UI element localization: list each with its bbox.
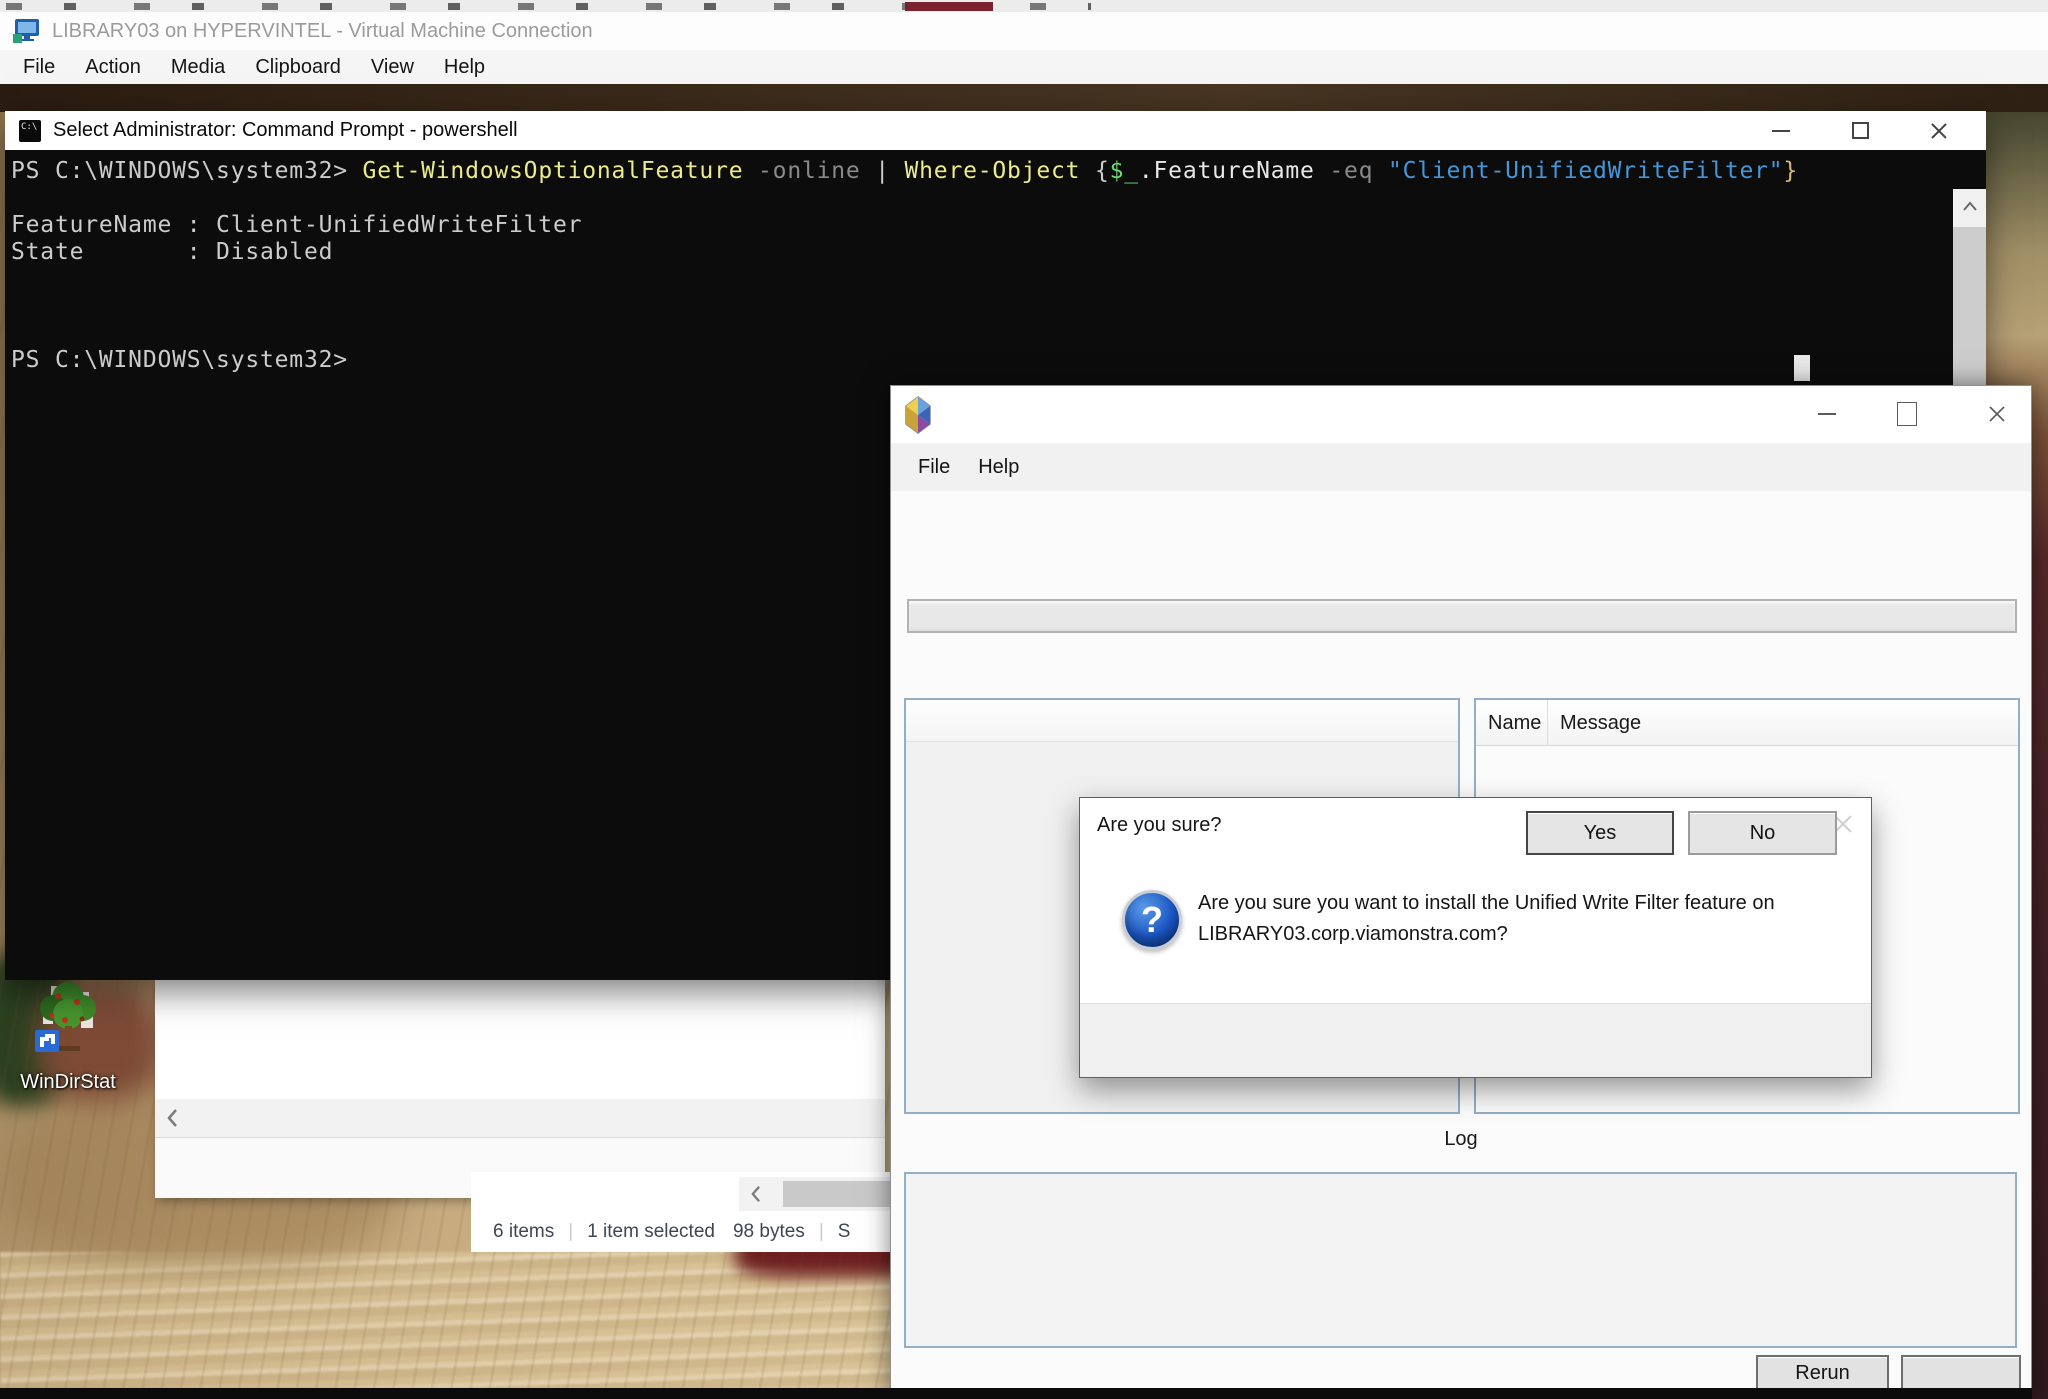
app-maximize-button[interactable] — [1883, 391, 1931, 437]
app-icon — [903, 395, 933, 435]
vm-menu-view[interactable]: View — [356, 50, 429, 84]
status-selected: 1 item selected — [587, 1221, 715, 1243]
close-icon — [1930, 122, 1948, 140]
bottom-black-strip — [0, 1388, 2032, 1399]
status-truncated: S — [838, 1221, 851, 1243]
background-window-sliver — [0, 0, 2048, 12]
hyperv-icon — [12, 17, 42, 45]
cmd-minimize-button[interactable] — [1757, 111, 1805, 150]
explorer-window-fragment-upper — [155, 980, 885, 1198]
status-separator: | — [568, 1221, 573, 1243]
console-output-featurename: FeatureName : Client-UnifiedWriteFilter — [11, 212, 1986, 239]
cmd-icon: C:\ — [19, 120, 41, 142]
console-output-state: State : Disabled — [11, 239, 1986, 266]
column-header-message[interactable]: Message — [1548, 700, 1641, 745]
cmd-close-button[interactable] — [1915, 111, 1963, 150]
app-minimize-button[interactable] — [1803, 391, 1851, 437]
windirstat-shortcut[interactable]: WinDirStat — [10, 972, 126, 1094]
hscrollbar-thumb[interactable] — [783, 1181, 901, 1207]
scroll-left-icon[interactable] — [749, 1185, 762, 1203]
vm-menu-help[interactable]: Help — [429, 50, 500, 84]
column-header-name[interactable]: Name — [1476, 700, 1548, 745]
explorer-hscrollbar-2[interactable] — [739, 1177, 907, 1211]
app-close-button[interactable] — [1973, 391, 2021, 437]
book-pages-blur — [0, 1252, 915, 1388]
results-table-header: Name Message — [1476, 700, 2018, 746]
confirm-dialog-title: Are you sure? — [1097, 814, 1222, 837]
vm-menu-file[interactable]: File — [8, 50, 70, 84]
cmd-window-title: Select Administrator: Command Prompt - p… — [53, 119, 518, 142]
console-command: PS C:\WINDOWS\system32> Get-WindowsOptio… — [11, 158, 1986, 185]
explorer-hscrollbar[interactable] — [155, 1099, 885, 1137]
windirstat-label: WinDirStat — [10, 1071, 126, 1094]
explorer-window-fragment-lower: 6 items | 1 item selected 98 bytes | S — [471, 1172, 907, 1252]
maximize-icon — [1852, 122, 1869, 139]
confirm-message-line2: LIBRARY03.corp.viamonstra.com? — [1198, 919, 1775, 950]
yes-button[interactable]: Yes — [1526, 811, 1674, 855]
console-cursor — [1794, 355, 1810, 381]
scroll-left-icon[interactable] — [165, 1108, 179, 1128]
close-icon — [1987, 404, 2007, 424]
maximize-icon — [1897, 402, 1917, 426]
sliver-red-artifact — [905, 2, 993, 11]
status-size: 98 bytes — [733, 1221, 805, 1243]
minimize-icon — [1772, 130, 1790, 132]
desktop-dark-band — [0, 84, 2048, 112]
app-menu-file[interactable]: File — [904, 443, 964, 491]
log-textbox[interactable] — [904, 1172, 2017, 1348]
virtual-machine-screen: LIBRARY03 on HYPERVINTEL - Virtual Machi… — [0, 0, 2048, 1399]
progress-bar — [907, 599, 2017, 633]
status-separator: | — [819, 1221, 824, 1243]
features-list-header — [906, 700, 1458, 742]
cmd-titlebar[interactable]: C:\ Select Administrator: Command Prompt… — [5, 111, 1986, 150]
confirm-dialog: Are you sure? ? Are you sure you want to… — [1079, 797, 1872, 1078]
scroll-up-icon[interactable] — [1953, 189, 1986, 223]
no-button[interactable]: No — [1688, 811, 1837, 855]
app-menubar: File Help — [891, 443, 2031, 491]
app-titlebar[interactable] — [891, 386, 2031, 443]
confirm-message: Are you sure you want to install the Uni… — [1198, 888, 1775, 950]
windirstat-tree-icon — [25, 972, 111, 1064]
vm-menu-action[interactable]: Action — [70, 50, 156, 84]
vm-window-titlebar[interactable]: LIBRARY03 on HYPERVINTEL - Virtual Machi… — [0, 12, 2048, 50]
app-menu-help[interactable]: Help — [964, 443, 1033, 491]
rerun-button[interactable]: Rerun — [1756, 1355, 1889, 1392]
vm-menubar: File Action Media Clipboard View Help — [0, 50, 2048, 84]
console-prompt: PS C:\WINDOWS\system32> — [11, 347, 1986, 374]
confirm-footer — [1080, 1003, 1871, 1077]
vm-menu-clipboard[interactable]: Clipboard — [240, 50, 356, 84]
status-items-count: 6 items — [493, 1221, 554, 1243]
cmd-maximize-button[interactable] — [1836, 111, 1884, 150]
vm-menu-media[interactable]: Media — [156, 50, 240, 84]
vm-window-title: LIBRARY03 on HYPERVINTEL - Virtual Machi… — [52, 20, 593, 43]
confirm-message-line1: Are you sure you want to install the Uni… — [1198, 888, 1775, 919]
log-label: Log — [891, 1128, 2031, 1151]
explorer-statusbar: 6 items | 1 item selected 98 bytes | S — [471, 1212, 907, 1252]
minimize-icon — [1818, 413, 1836, 415]
question-mark-icon: ? — [1122, 890, 1182, 950]
secondary-button[interactable] — [1901, 1355, 2021, 1392]
